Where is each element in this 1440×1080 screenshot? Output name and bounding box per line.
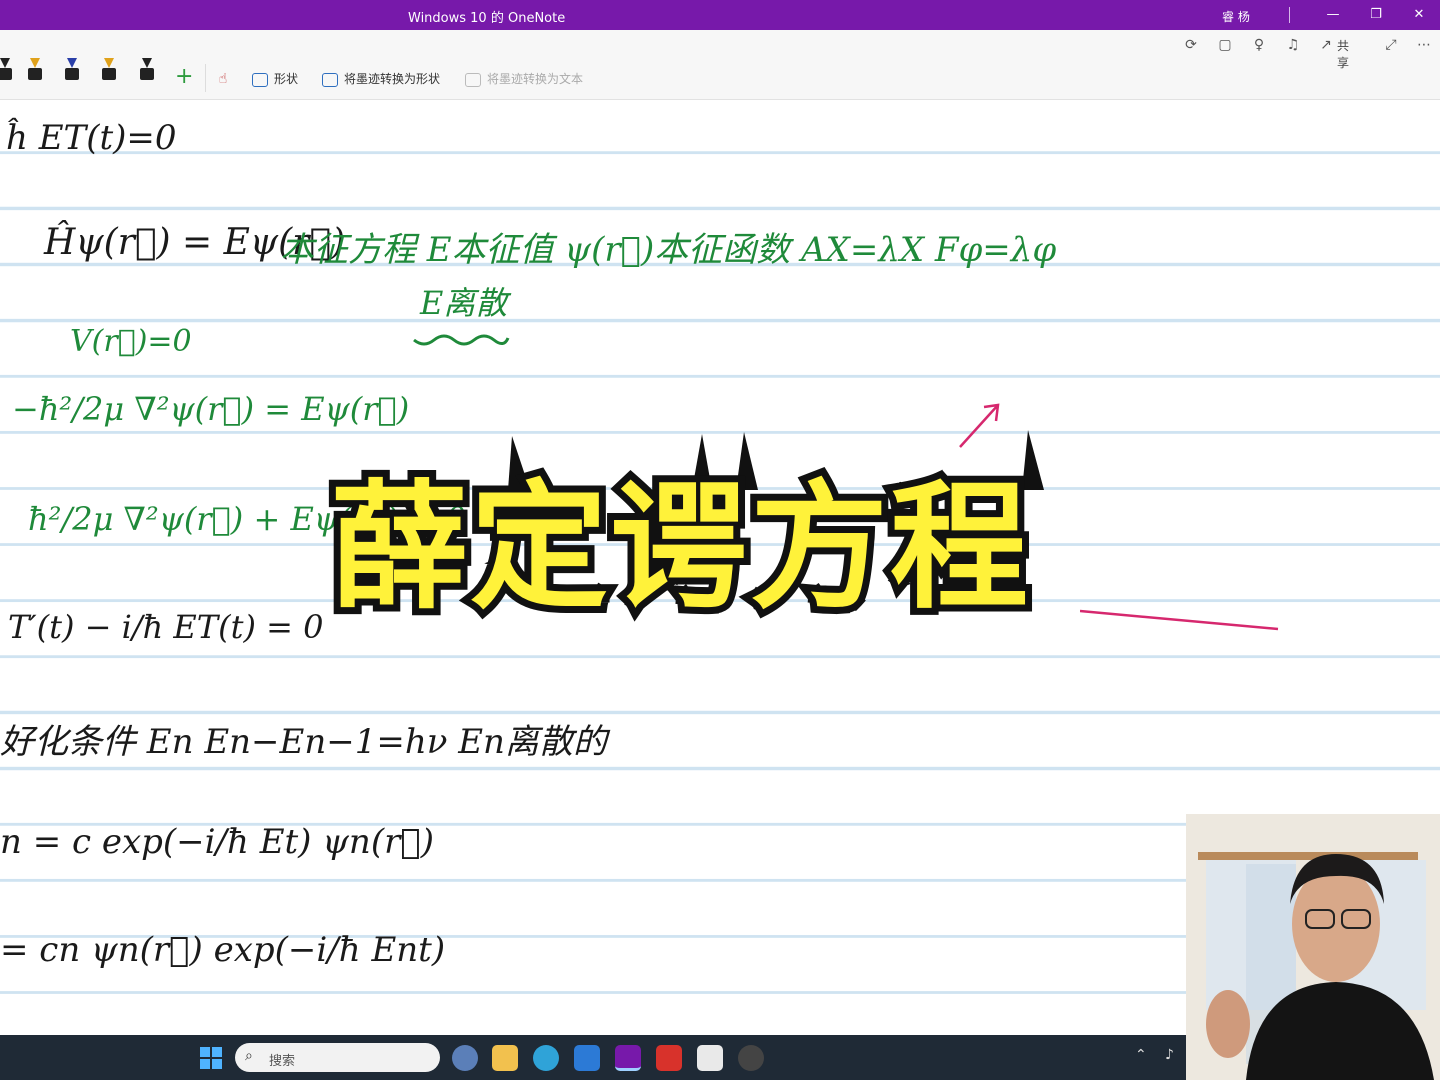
pages-icon[interactable]: ▢ [1214, 34, 1236, 56]
widgets-app-icon[interactable] [452, 1045, 478, 1071]
start-button[interactable] [200, 1047, 222, 1069]
ink-line: 本征方程 E本征值 ψ(r⃗)本征函数 AX=λX Fφ=λφ [280, 230, 1057, 270]
lasso-select-icon[interactable]: ☝ [212, 68, 234, 90]
pinned-app-icon[interactable] [697, 1045, 723, 1071]
edge-browser-icon[interactable] [533, 1045, 559, 1071]
shapes-button[interactable]: 形状 [252, 69, 298, 89]
shapes-label: 形状 [274, 72, 299, 86]
ink-to-shape-button[interactable]: 将墨迹转换为形状 [322, 69, 440, 89]
ink-line: = cn ψn(r⃗) exp(−i/ħ Ent) [0, 930, 446, 970]
title-bar: Windows 10 的 OneNote 睿 杨 — ❐ ✕ [0, 0, 1440, 30]
presenter-video [1186, 814, 1440, 1080]
bell-icon[interactable]: ♫ [1282, 34, 1304, 56]
ink-to-text-label: 将墨迹转换为文本 [487, 72, 584, 86]
ink-to-text-button[interactable]: 将墨迹转换为文本 [465, 69, 583, 89]
lightbulb-icon[interactable]: ♀ [1248, 34, 1270, 56]
ink-line: −ħ²/2μ ∇²ψ(r⃗) = Eψ(r⃗) [12, 390, 410, 428]
taskbar-search[interactable]: ⌕ 搜索 [235, 1043, 440, 1072]
add-pen-icon[interactable]: + [175, 66, 193, 88]
minimize-button[interactable]: — [1322, 4, 1344, 26]
search-icon: ⌕ [245, 1048, 253, 1064]
ink-line: E离散 [420, 284, 508, 322]
file-explorer-icon[interactable] [492, 1045, 518, 1071]
pen-black-1[interactable] [0, 58, 14, 88]
recorder-app-icon[interactable] [738, 1045, 764, 1071]
ink-to-text-icon [465, 72, 481, 87]
underline-squiggle [413, 334, 510, 346]
ink-line: V(r⃗)=0 [70, 324, 192, 359]
share-icon[interactable]: ↗ [1315, 34, 1337, 56]
pen-yellow-2[interactable] [100, 58, 118, 88]
microphone-icon[interactable]: ♪ [1165, 1047, 1174, 1063]
search-placeholder: 搜索 [269, 1054, 296, 1069]
close-button[interactable]: ✕ [1408, 4, 1430, 26]
pen-black-2[interactable] [63, 58, 81, 88]
ink-line: T′(t) − i/ħ ET(t) = 0 [8, 608, 324, 646]
user-name[interactable]: 睿 杨 [1222, 8, 1250, 25]
pen-black-3[interactable] [138, 58, 156, 88]
tray-expand-icon[interactable]: ⌃ [1135, 1047, 1147, 1063]
ink-line: ĥ ET(t)=0 [6, 118, 177, 158]
sync-icon[interactable]: ⟳ [1180, 34, 1202, 56]
shapes-icon [252, 72, 268, 87]
restore-button[interactable]: ❐ [1365, 4, 1387, 26]
webcam-overlay [1186, 814, 1440, 1080]
ink-to-shape-label: 将墨迹转换为形状 [344, 72, 441, 86]
pink-line [1080, 609, 1279, 631]
ink-to-shape-icon [322, 72, 338, 87]
toolbar-divider [205, 64, 206, 92]
onenote-app-icon[interactable] [615, 1045, 641, 1071]
ink-line: 好化条件 En En−En−1=hν En离散的 [0, 722, 607, 762]
ink-line: n = c exp(−i/ħ Et) ψn(r⃗) [0, 822, 434, 862]
pen-yellow-1[interactable] [26, 58, 44, 88]
windows-taskbar: ⌕ 搜索 ⌃ ♪ [0, 1035, 1186, 1080]
titlebar-divider [1289, 7, 1290, 23]
video-title-overlay: 薛定谔方程 [323, 461, 1035, 635]
wps-app-icon[interactable] [656, 1045, 682, 1071]
expand-icon[interactable]: ⤢ [1380, 34, 1402, 56]
more-options-icon[interactable]: ⋯ [1413, 34, 1435, 56]
mail-app-icon[interactable] [574, 1045, 600, 1071]
share-button[interactable]: 共享 [1337, 37, 1349, 71]
window-title: Windows 10 的 OneNote [408, 11, 566, 26]
